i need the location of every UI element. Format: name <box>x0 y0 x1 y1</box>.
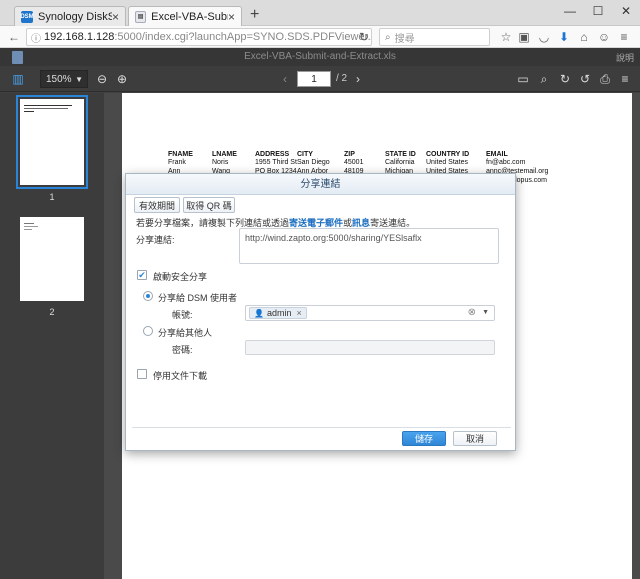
rotate-ccw-icon[interactable]: ↺ <box>577 71 593 87</box>
remove-chip-icon[interactable]: × <box>296 308 301 318</box>
table-header-cell: LNAME <box>212 151 237 158</box>
search-input[interactable]: ⌕ 搜尋 <box>379 28 490 46</box>
download-icon[interactable]: ⬇ <box>556 29 572 45</box>
share-dsm-label: 分享給 DSM 使用者 <box>158 293 238 303</box>
table-header-cell: STATE ID <box>385 151 416 158</box>
password-label: 密碼: <box>172 345 193 355</box>
close-window-button[interactable]: ✕ <box>612 0 640 22</box>
page-number-input[interactable]: 1 <box>297 71 331 87</box>
table-header-cell: EMAIL <box>486 151 508 158</box>
bookmark-star-icon[interactable]: ☆ <box>498 29 514 45</box>
pdf-title-strip: Excel-VBA-Submit-and-Extract.xls 說明 <box>0 48 640 66</box>
pdf-toolbar: ▥ 150% ▼ ⊖ ⊕ ‹ 1 / 2 › ▭ ⌕ ↻ ↺ ⎙ ≡ <box>0 66 640 92</box>
menu-icon[interactable]: ≡ <box>616 29 632 45</box>
info-icon[interactable]: ⓘ <box>31 30 41 45</box>
cancel-button[interactable]: 取消 <box>453 431 497 446</box>
thumbnail-number: 1 <box>49 192 55 202</box>
synology-favicon-icon: DSM <box>20 10 34 23</box>
zoom-out-icon[interactable]: ⊖ <box>94 71 110 87</box>
table-cell: 1955 Third St <box>255 159 297 166</box>
table-cell: California <box>385 159 415 166</box>
open-folder-icon[interactable]: ▭ <box>515 71 531 87</box>
zoom-select[interactable]: 150% ▼ <box>40 70 88 88</box>
checkmark-icon: ✔ <box>138 269 146 280</box>
clear-icon[interactable]: ⊗ <box>468 307 476 318</box>
url-bar[interactable]: ⓘ 192.168.1.128:5000/index.cgi?launchApp… <box>26 28 372 46</box>
dialog-title: 分享連結 <box>126 174 515 195</box>
minimize-button[interactable]: — <box>556 0 584 22</box>
account-label: 帳號: <box>172 310 193 320</box>
table-header-cell: COUNTRY ID <box>426 151 470 158</box>
table-header-cell: ADDRESS <box>255 151 290 158</box>
table-cell: fn@abc.com <box>486 159 526 166</box>
table-cell: Noris <box>212 159 229 166</box>
share-link-label: 分享連結: <box>136 235 175 245</box>
table-header-cell: ZIP <box>344 151 355 158</box>
disable-download-label: 停用文件下載 <box>153 371 208 381</box>
thumbnail-number: 2 <box>49 307 55 317</box>
disable-download-checkbox[interactable] <box>137 369 147 379</box>
validity-period-button[interactable]: 有效期間 <box>134 197 180 213</box>
table-header-cell: FNAME <box>168 151 193 158</box>
back-arrow-icon[interactable]: ← <box>6 29 22 45</box>
pdf-favicon-icon: ▤ <box>135 10 147 23</box>
account-chip: 👤 admin × <box>249 307 307 319</box>
table-cell: 45001 <box>344 159 364 166</box>
table-header-cell: CITY <box>297 151 313 158</box>
sidebar-toggle-icon[interactable]: ▥ <box>10 71 26 87</box>
chevron-down-icon: ▼ <box>75 74 83 84</box>
save-button[interactable]: 儲存 <box>402 431 446 446</box>
secure-share-label: 啟動安全分享 <box>153 272 208 282</box>
close-tab-icon[interactable]: × <box>228 10 235 24</box>
url-text: 192.168.1.128:5000/index.cgi?launchApp=S… <box>44 31 371 43</box>
send-email-link[interactable]: 寄送電子郵件 <box>289 218 343 228</box>
page-total: / 2 <box>336 73 348 84</box>
chevron-down-icon[interactable]: ▼ <box>482 309 489 316</box>
new-tab-button[interactable]: + <box>250 6 259 24</box>
secure-share-checkbox[interactable]: ✔ <box>137 270 147 280</box>
help-label[interactable]: 說明 <box>616 51 634 64</box>
share-link-dialog: 分享連結 有效期間 取得 QR 碼 若要分享檔案，請複製下列連結或透過寄送電子郵… <box>125 173 516 451</box>
thumbnail-sidebar: 1 2 <box>0 93 104 579</box>
tab-excel-pdf[interactable]: ▤ Excel-VBA-Submit-and-... × <box>128 6 242 26</box>
table-cell: San Diego <box>297 159 330 166</box>
maximize-button[interactable]: ☐ <box>584 0 612 22</box>
user-icon: 👤 <box>254 308 264 318</box>
pocket-icon[interactable]: ◡ <box>536 29 552 45</box>
share-dsm-radio[interactable] <box>143 291 153 301</box>
zoom-in-icon[interactable]: ⊕ <box>114 71 130 87</box>
smile-icon[interactable]: ☺ <box>596 29 612 45</box>
dialog-divider <box>132 427 511 428</box>
browser-nav-bar: ← ⓘ 192.168.1.128:5000/index.cgi?launchA… <box>0 26 640 48</box>
password-field <box>245 340 495 355</box>
print-icon[interactable]: ⎙ <box>597 71 613 87</box>
browser-tab-bar: DSM Synology DiskStation - ... × ▤ Excel… <box>0 0 640 26</box>
get-qr-code-button[interactable]: 取得 QR 碼 <box>183 197 235 213</box>
account-select[interactable]: 👤 admin × ⊗ ▼ <box>245 305 495 321</box>
clipboard-icon[interactable]: ▣ <box>516 29 532 45</box>
table-cell: United States <box>426 159 469 166</box>
send-message-link[interactable]: 訊息 <box>352 218 370 228</box>
share-others-radio[interactable] <box>143 326 153 336</box>
more-icon[interactable]: ≡ <box>617 71 633 87</box>
tab-label: Synology DiskStation - ... <box>38 10 112 23</box>
rotate-cw-icon[interactable]: ↻ <box>557 71 573 87</box>
share-others-label: 分享給其他人 <box>158 328 213 338</box>
close-tab-icon[interactable]: × <box>112 10 119 24</box>
search-icon[interactable]: ⌕ <box>536 71 552 87</box>
search-icon: ⌕ <box>385 31 391 43</box>
share-link-textarea[interactable]: http://wind.zapto.org:5000/sharing/YESls… <box>239 228 499 264</box>
reload-icon[interactable]: ↻ <box>356 29 372 45</box>
table-cell: Frank <box>168 159 186 166</box>
home-icon[interactable]: ⌂ <box>576 29 592 45</box>
thumbnail-page-1[interactable] <box>16 95 88 189</box>
thumbnail-page-2[interactable] <box>20 217 84 301</box>
previous-page-icon[interactable]: ‹ <box>277 71 293 87</box>
pdf-file-title: Excel-VBA-Submit-and-Extract.xls <box>244 51 396 62</box>
tab-synology[interactable]: DSM Synology DiskStation - ... × <box>14 6 126 26</box>
tab-label: Excel-VBA-Submit-and-... <box>151 10 228 23</box>
next-page-icon[interactable]: › <box>350 71 366 87</box>
